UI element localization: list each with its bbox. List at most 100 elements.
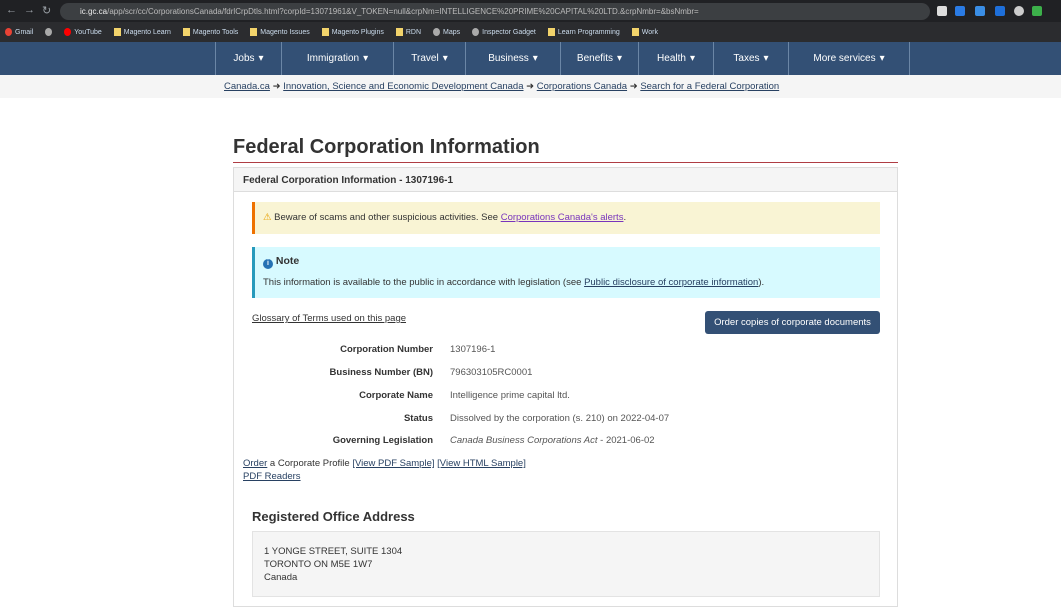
profile-text: a Corporate Profile bbox=[267, 458, 353, 469]
bookmark-item[interactable]: Learn Programming bbox=[547, 28, 620, 36]
reload-icon[interactable]: ↻ bbox=[42, 4, 51, 17]
view-pdf-sample-link[interactable]: [View PDF Sample] bbox=[352, 458, 434, 469]
browser-toolbar: ← → ↻ ic.gc.ca/app/scr/cc/CorporationsCa… bbox=[0, 0, 1061, 22]
bookmark-item[interactable]: Gmail bbox=[5, 28, 33, 36]
breadcrumb-corporations-canada[interactable]: Corporations Canada bbox=[537, 81, 627, 92]
note-box: i Note This information is available to … bbox=[252, 247, 880, 298]
bookmark-item[interactable]: YouTube bbox=[64, 28, 102, 36]
bookmark-icon bbox=[321, 28, 329, 36]
field-value: Dissolved by the corporation (s. 210) on… bbox=[450, 413, 670, 424]
breadcrumb-canada[interactable]: Canada.ca bbox=[224, 81, 270, 92]
warning-text: Beware of scams and other suspicious act… bbox=[274, 212, 501, 223]
glossary-link[interactable]: Glossary of Terms used on this page bbox=[252, 313, 406, 324]
field-row: Corporation Number 1307196-1 bbox=[234, 344, 897, 355]
menu-health[interactable]: Health ▾ bbox=[638, 42, 713, 75]
corporation-panel: Federal Corporation Information - 130719… bbox=[233, 167, 898, 607]
bookmark-label: Gmail bbox=[15, 28, 34, 36]
field-row: Status Dissolved by the corporation (s. 2… bbox=[234, 413, 897, 424]
registered-address: 1 YONGE STREET, SUITE 1304 TORONTO ON M5… bbox=[252, 531, 880, 597]
menu-label: Health bbox=[657, 53, 686, 64]
menu-label: Jobs bbox=[233, 53, 255, 64]
field-value: 1307196-1 bbox=[450, 344, 496, 355]
field-row: Corporate Name Intelligence prime capital… bbox=[234, 390, 897, 401]
warning-end: . bbox=[623, 212, 627, 223]
registered-office-heading: Registered Office Address bbox=[252, 509, 415, 524]
bookmark-label: Magento Learn bbox=[123, 28, 171, 36]
bookmark-item[interactable]: Magento Plugins bbox=[321, 28, 384, 36]
public-disclosure-link[interactable]: Public disclosure of corporate informati… bbox=[584, 277, 758, 288]
bookmark-label: Maps bbox=[443, 28, 461, 36]
profile-links: Order a Corporate Profile [View PDF Samp… bbox=[243, 457, 526, 483]
back-icon[interactable]: ← bbox=[6, 4, 17, 16]
bookmark-icon bbox=[5, 28, 12, 36]
field-label: Status bbox=[403, 413, 433, 424]
extension-icon[interactable] bbox=[955, 6, 965, 16]
bookmark-label: Learn Programming bbox=[557, 28, 620, 36]
note-end: ). bbox=[758, 277, 765, 288]
bookmark-icon bbox=[395, 28, 403, 36]
bookmark-item[interactable]: Maps bbox=[433, 28, 460, 36]
menu-travel[interactable]: Travel ▾ bbox=[393, 42, 465, 75]
chevron-down-icon: ▾ bbox=[879, 53, 885, 64]
view-html-sample-link[interactable]: [View HTML Sample] bbox=[437, 458, 526, 469]
breadcrumb-search[interactable]: Search for a Federal Corporation bbox=[640, 81, 779, 92]
warning-icon: ⚠ bbox=[263, 212, 272, 223]
bookmark-item[interactable]: Inspector Gadget bbox=[472, 28, 536, 36]
field-label: Governing Legislation bbox=[332, 435, 433, 446]
chevron-down-icon: ▾ bbox=[258, 53, 264, 64]
bookmark-icon bbox=[631, 28, 639, 36]
bookmark-item[interactable]: Magento Learn bbox=[113, 28, 171, 36]
bookmark-item[interactable]: Work bbox=[631, 28, 658, 36]
panel-heading: Federal Corporation Information - 130719… bbox=[234, 168, 897, 192]
puzzle-icon[interactable] bbox=[1032, 6, 1042, 16]
scam-warning: ⚠ Beware of scams and other suspicious a… bbox=[252, 202, 880, 234]
bookmark-icon bbox=[250, 28, 258, 36]
breadcrumb: Canada.ca ➜ Innovation, Science and Econ… bbox=[0, 75, 1061, 98]
bookmark-icon bbox=[64, 28, 72, 36]
alerts-link[interactable]: Corporations Canada's alerts bbox=[501, 212, 624, 223]
bookmark-label: Magento Issues bbox=[260, 28, 310, 36]
menu-immigration[interactable]: Immigration ▾ bbox=[281, 42, 393, 75]
address-line: 1 YONGE STREET, SUITE 1304 bbox=[264, 546, 403, 557]
bookmark-icon bbox=[182, 28, 190, 36]
bookmark-icon bbox=[45, 28, 53, 36]
bookmark-icon bbox=[547, 28, 555, 36]
menu-label: Taxes bbox=[733, 53, 760, 64]
menu-more-services[interactable]: More services ▾ bbox=[788, 42, 910, 75]
act-date: - 2021-06-02 bbox=[597, 435, 655, 446]
bookmark-item[interactable] bbox=[45, 28, 53, 36]
bookmark-label: RDN bbox=[405, 28, 422, 36]
forward-icon[interactable]: → bbox=[24, 4, 35, 16]
menu-jobs[interactable]: Jobs ▾ bbox=[215, 42, 281, 75]
extension-icon[interactable] bbox=[1014, 6, 1024, 16]
breadcrumb-ised[interactable]: Innovation, Science and Economic Develop… bbox=[283, 81, 523, 92]
pdf-readers-link[interactable]: PDF Readers bbox=[243, 471, 301, 482]
note-title: Note bbox=[275, 255, 300, 267]
bookmark-item[interactable]: RDN bbox=[395, 28, 422, 36]
note-text: This information is available to the pub… bbox=[263, 277, 585, 288]
chevron-down-icon: ▾ bbox=[763, 53, 769, 64]
bookmark-item[interactable]: Magento Tools bbox=[182, 28, 238, 36]
title-underline bbox=[233, 162, 898, 163]
order-documents-button[interactable]: Order copies of corporate documents bbox=[705, 311, 880, 334]
menu-benefits[interactable]: Benefits ▾ bbox=[560, 42, 638, 75]
bookmark-item[interactable]: Magento Issues bbox=[250, 28, 310, 36]
menu-label: Immigration bbox=[306, 53, 360, 64]
bookmark-label: Inspector Gadget bbox=[482, 28, 536, 36]
field-label: Corporation Number bbox=[340, 344, 433, 355]
bookmark-label: Magento Plugins bbox=[331, 28, 384, 36]
field-value: Intelligence prime capital ltd. bbox=[450, 390, 570, 401]
chevron-down-icon: ▾ bbox=[363, 53, 369, 64]
bookmark-icon bbox=[113, 28, 121, 36]
menu-taxes[interactable]: Taxes ▾ bbox=[713, 42, 788, 75]
field-label: Business Number (BN) bbox=[329, 367, 433, 378]
extension-icon[interactable] bbox=[975, 6, 985, 16]
order-profile-link[interactable]: Order bbox=[243, 458, 267, 469]
bookmark-label: Work bbox=[641, 28, 658, 36]
menu-business[interactable]: Business ▾ bbox=[465, 42, 560, 75]
address-bar[interactable]: ic.gc.ca/app/scr/cc/CorporationsCanada/f… bbox=[60, 3, 930, 20]
extension-icon[interactable] bbox=[995, 6, 1005, 16]
field-governing-legislation: Governing Legislation Canada Business Co… bbox=[234, 435, 897, 446]
bookmark-label: YouTube bbox=[74, 28, 102, 36]
extension-icon[interactable] bbox=[937, 6, 947, 16]
